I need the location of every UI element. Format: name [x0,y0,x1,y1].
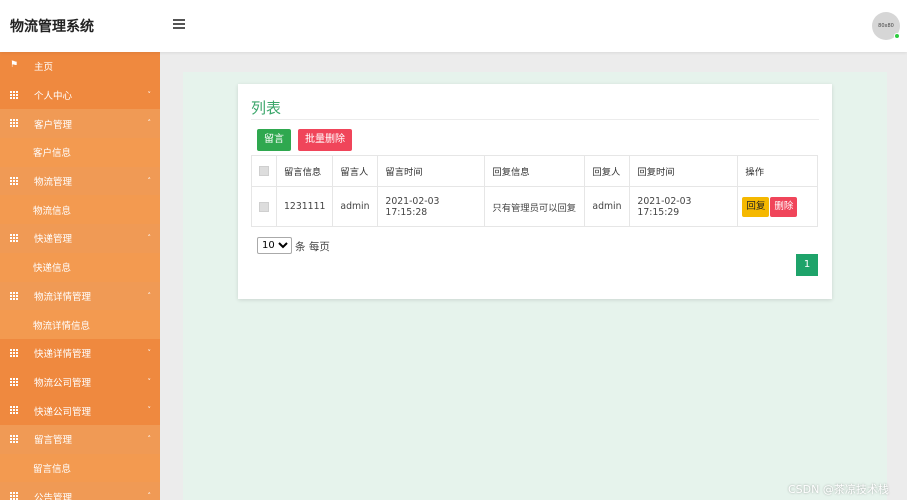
sidebar-item-label: 客户管理 [34,119,73,131]
sidebar-item-13[interactable]: 留言管理 ˄ [0,424,160,454]
sidebar-item-1[interactable]: 个人中心 ˅ [0,81,160,110]
col-reply-time: 回复时间 [629,155,739,187]
sidebar-item-label: 物流管理 [34,177,73,189]
sidebar-item-label: 快递详情管理 [34,349,92,361]
grid-icon [10,348,18,357]
sidebar-item-label: 留言信息 [33,463,72,475]
chevron-up-icon: ˄ [147,176,152,185]
grid-icon [10,176,18,185]
page-size-select[interactable]: 10 [257,237,292,254]
per-page-label: 条 每页 [295,241,330,253]
row-checkbox[interactable] [259,201,269,212]
sidebar-item-label: 主页 [34,62,54,74]
top-header: 物流管理系统 80x80 [0,0,907,52]
grid-icon [10,119,18,128]
col-actions: 操作 [737,155,818,187]
table-header-row: 留言信息 留言人 留言时间 回复信息 回复人 回复时间 操作 [251,155,818,187]
online-status-dot [894,33,900,39]
watermark: CSDN @茶凉技术栈 [788,483,889,496]
sidebar-item-11[interactable]: 物流公司管理 ˅ [0,368,160,397]
delete-button[interactable]: 删除 [770,196,798,217]
grid-icon [10,377,18,386]
row-checkbox-cell[interactable] [251,186,277,227]
col-time: 留言时间 [377,155,486,187]
select-all-checkbox-cell[interactable] [251,155,277,187]
message-table: 留言信息 留言人 留言时间 回复信息 回复人 回复时间 操作 1231111 a… [251,155,818,227]
page-title: 列表 [251,99,282,117]
chevron-up-icon: ˄ [147,434,152,443]
sidebar-item-12[interactable]: 快递公司管理 ˅ [0,396,160,425]
sidebar-item-14[interactable]: 留言信息 [0,453,160,483]
sidebar-item-label: 个人中心 [34,91,73,103]
sidebar-item-4[interactable]: 物流管理 ˄ [0,166,160,196]
add-message-button[interactable]: 留言 [257,129,291,151]
sidebar-item-5[interactable]: 物流信息 [0,195,160,225]
chevron-up-icon: ˄ [147,291,152,300]
col-reply: 回复信息 [484,155,586,187]
sidebar-item-label: 快递管理 [34,234,73,246]
sidebar-item-label: 物流信息 [33,205,72,217]
grid-icon [10,406,18,415]
chevron-up-icon: ˄ [147,119,152,128]
chevron-down-icon: ˅ [147,406,152,415]
sidebar-item-label: 物流详情管理 [34,291,92,303]
menu-toggle-icon[interactable] [173,19,185,29]
sidebar-item-7[interactable]: 快递信息 [0,252,160,282]
chevron-down-icon: ˅ [147,90,152,99]
cell-replier: admin [584,186,631,227]
grid-icon [10,90,18,99]
cell-reply-time: 2021-02-03 17:15:29 [629,186,739,227]
sidebar-item-10[interactable]: 快递详情管理 ˅ [0,339,160,368]
sidebar-item-label: 公告管理 [34,492,73,500]
chevron-up-icon: ˄ [147,492,152,500]
select-all-checkbox[interactable] [259,166,269,176]
cell-author: admin [332,186,379,227]
reply-button[interactable]: 回复 [742,196,770,217]
sidebar: ⚑ 主页个人中心 ˅ 客户管理 ˄ 客户信息物流管理 ˄ 物流信息快递管理 ˄ 快递信息物流详情管… [0,52,160,500]
sidebar-item-6[interactable]: 快递管理 ˄ [0,224,160,253]
title-divider [251,119,819,120]
table-row: 1231111 admin 2021-02-03 17:15:28 只有管理员可… [251,186,818,227]
grid-icon [10,492,18,500]
page-1-button[interactable]: 1 [796,254,818,276]
sidebar-item-15[interactable]: 公告管理 ˄ [0,482,160,500]
flag-icon: ⚑ [10,60,19,70]
sidebar-item-label: 留言管理 [34,435,73,447]
grid-icon [10,234,18,243]
sidebar-item-label: 物流详情信息 [33,320,91,332]
list-card: 列表 留言 批量删除 留言信息 留言人 留言时间 回复信息 回复人 回复时间 操… [238,84,832,299]
sidebar-item-label: 快递信息 [33,263,72,275]
cell-reply: 只有管理员可以回复 [484,186,586,227]
sidebar-item-label: 客户信息 [33,148,72,160]
sidebar-item-label: 快递公司管理 [34,406,92,418]
app-title: 物流管理系统 [10,19,94,35]
chevron-up-icon: ˄ [147,234,152,243]
grid-icon [10,434,18,443]
sidebar-item-2[interactable]: 客户管理 ˄ [0,109,160,139]
cell-actions: 回复 删除 [737,186,818,227]
col-message: 留言信息 [275,155,334,187]
batch-delete-button[interactable]: 批量删除 [298,129,352,151]
cell-time: 2021-02-03 17:15:28 [377,186,486,227]
chevron-down-icon: ˅ [147,348,152,357]
sidebar-item-8[interactable]: 物流详情管理 ˄ [0,281,160,311]
sidebar-item-3[interactable]: 客户信息 [0,138,160,167]
grid-icon [10,291,18,300]
chevron-down-icon: ˅ [147,377,152,386]
sidebar-item-0[interactable]: ⚑ 主页 [0,52,160,81]
sidebar-item-9[interactable]: 物流详情信息 [0,310,160,339]
col-author: 留言人 [332,155,379,187]
cell-message: 1231111 [275,186,334,227]
col-replier: 回复人 [584,155,631,187]
sidebar-item-label: 物流公司管理 [34,377,92,389]
